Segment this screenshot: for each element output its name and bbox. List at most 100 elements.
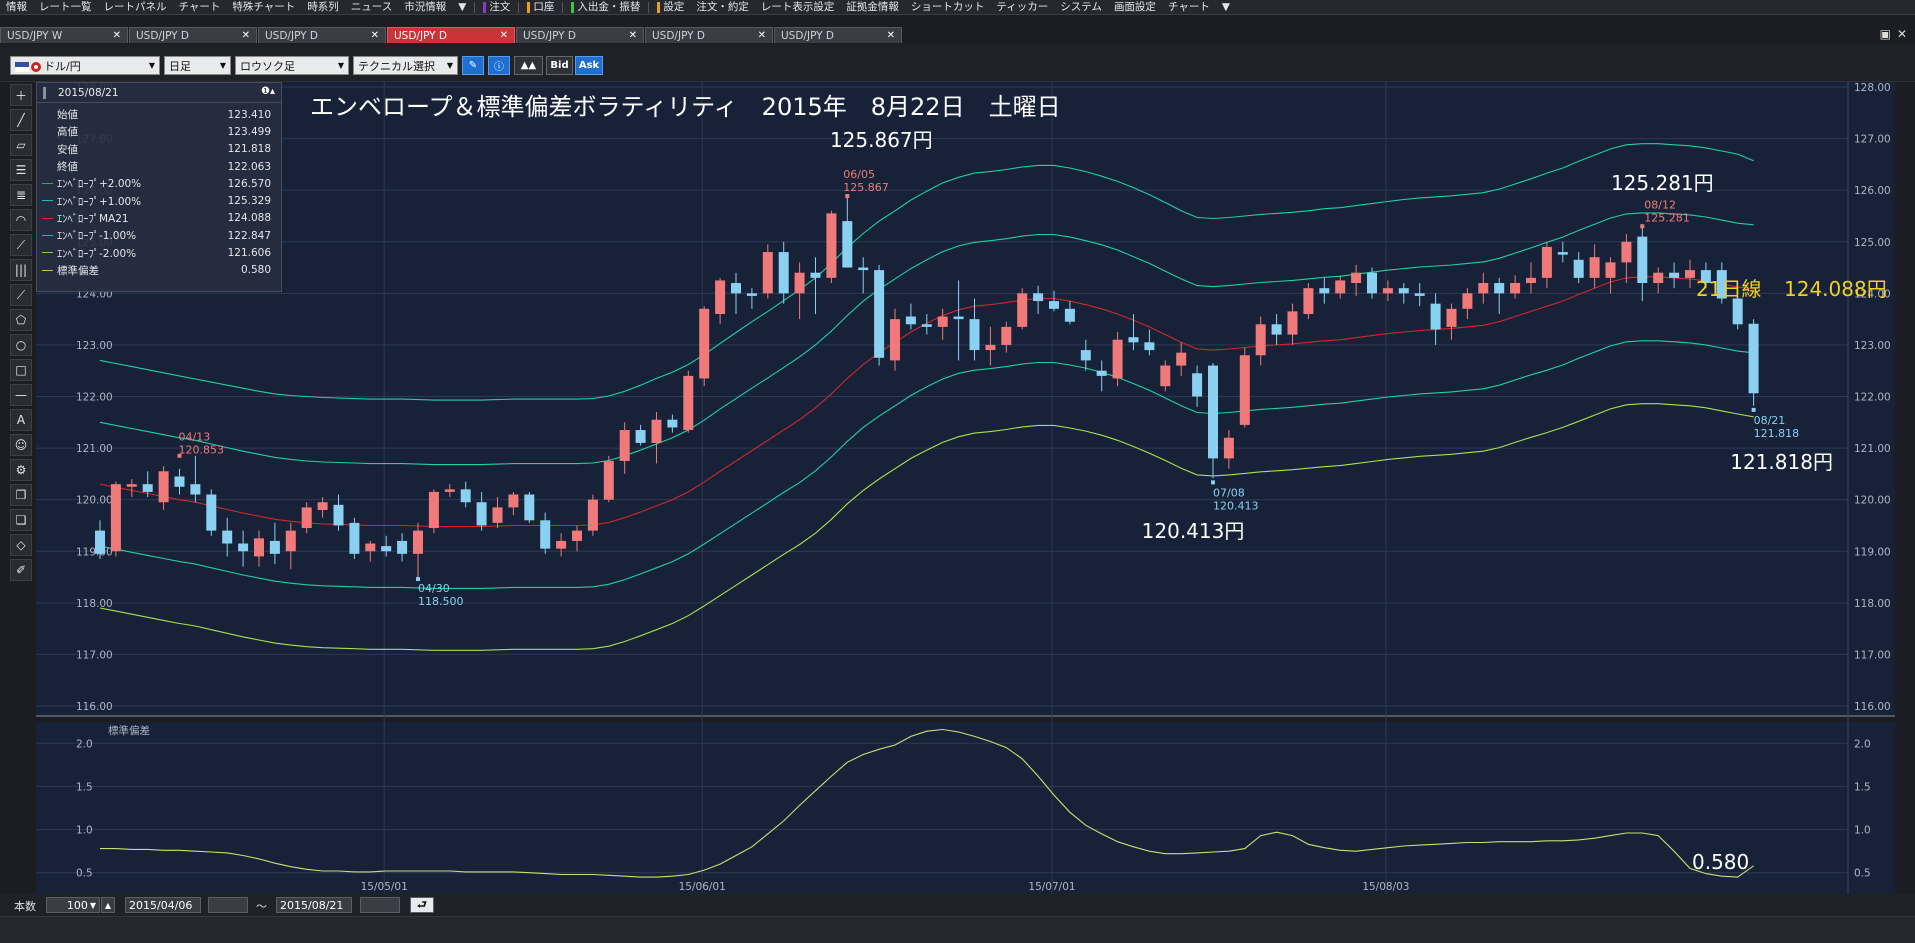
candle-body: [699, 308, 710, 379]
menu-item-9[interactable]: 注文: [477, 0, 516, 14]
menu-item-1[interactable]: レート一覧: [33, 0, 98, 14]
settings-tool[interactable]: ⚙: [10, 459, 32, 481]
menu-item-4[interactable]: 特殊チャート: [226, 0, 301, 14]
trendline-tool[interactable]: ╱: [10, 109, 32, 131]
candle-body: [285, 530, 296, 552]
info-button[interactable]: ⓘ: [488, 56, 510, 75]
restore-window-icon[interactable]: ▣: [1880, 27, 1891, 41]
menu-item-17[interactable]: ティッカー: [990, 0, 1054, 14]
menu-item-5[interactable]: 時系列: [301, 0, 345, 14]
copy-icon: ❐: [15, 488, 27, 502]
price-tick-label: 119.00: [1854, 546, 1891, 558]
menu-item-10[interactable]: 口座: [521, 0, 560, 14]
menu-item-15[interactable]: 証拠金情報: [840, 0, 905, 14]
close-tab-icon[interactable]: ✕: [758, 30, 766, 41]
crosshair-tool[interactable]: ＋: [10, 84, 32, 106]
close-tab-icon[interactable]: ✕: [629, 30, 637, 41]
icon-tool[interactable]: ☺: [10, 434, 32, 456]
high-price-callout: 125.281円: [1611, 171, 1714, 195]
to-time-input[interactable]: [360, 897, 400, 913]
copy-tool[interactable]: ❐: [10, 484, 32, 506]
candle-body: [428, 491, 439, 529]
fan-tool[interactable]: ⟋: [10, 234, 32, 256]
period-select[interactable]: 日足 ▼: [164, 56, 231, 75]
pen-tool-button[interactable]: ✎: [462, 56, 484, 75]
to-date-input[interactable]: 2015/08/21: [276, 897, 352, 913]
menu-item-20[interactable]: チャート: [1162, 0, 1216, 14]
from-time-input[interactable]: [208, 897, 248, 913]
fib-tool[interactable]: ≣: [10, 184, 32, 206]
low-price-callout: 121.818円: [1730, 450, 1833, 474]
hline-tool[interactable]: ☰: [10, 159, 32, 181]
polygon-tool[interactable]: ⬠: [10, 309, 32, 331]
close-tab-icon[interactable]: ✕: [113, 30, 121, 41]
menu-item-19[interactable]: 画面設定: [1108, 0, 1162, 14]
candle-body: [158, 471, 169, 503]
menu-item-7[interactable]: 市況情報: [398, 0, 452, 14]
gann-tool[interactable]: ⟋: [10, 284, 32, 306]
drag-handle-icon[interactable]: [43, 87, 46, 99]
arc-tool[interactable]: ◠: [10, 209, 32, 231]
menu-item-12[interactable]: 設定: [651, 0, 690, 14]
tab-chart-5[interactable]: USD/JPY D ✕: [645, 27, 773, 43]
chart-style-select[interactable]: ロウソク足 ▼: [235, 56, 349, 75]
circle-tool[interactable]: ○: [10, 334, 32, 356]
count-up-button[interactable]: ▲: [101, 897, 115, 913]
chart-area[interactable]: 15/05/01 15/06/01 15/07/01 15/08/03 128.00 12…: [36, 82, 1895, 894]
jump-latest-button[interactable]: ⮐: [410, 897, 434, 913]
tab-chart-1[interactable]: USD/JPY D ✕: [129, 27, 257, 43]
chart-type-button[interactable]: ▲▲: [514, 56, 543, 75]
tab-chart-4[interactable]: USD/JPY D ✕: [516, 27, 644, 43]
data-window-header[interactable]: 2015/08/21 ❶▴: [37, 83, 281, 103]
from-date-input[interactable]: 2015/04/06: [125, 897, 201, 913]
candle-body: [1430, 303, 1441, 330]
trendline-icon: ╱: [17, 113, 25, 127]
tab-label: USD/JPY D: [781, 29, 835, 42]
line-tool[interactable]: —: [10, 384, 32, 406]
menu-item-11[interactable]: 入出金・振替: [565, 0, 646, 14]
delete-all-tool[interactable]: ✐: [10, 559, 32, 581]
menu-separator: [474, 1, 476, 13]
candle-body: [1637, 236, 1648, 284]
price-tick-label: 128.00: [1854, 82, 1891, 94]
menu-item-13[interactable]: 注文・約定: [690, 0, 755, 14]
candle-body: [1748, 323, 1759, 394]
chevron-down-icon[interactable]: ▼: [90, 901, 96, 910]
tab-chart-2[interactable]: USD/JPY D ✕: [258, 27, 386, 43]
candlestick-chart[interactable]: 15/05/01 15/06/01 15/07/01 15/08/03 128.00 12…: [36, 82, 1895, 894]
text-tool[interactable]: A: [10, 409, 32, 431]
menu-item-0[interactable]: 情報: [0, 0, 33, 14]
count-input[interactable]: 100 ▼: [46, 897, 100, 913]
paste-tool[interactable]: ❏: [10, 509, 32, 531]
x-tick-label: 15/05/01: [361, 881, 408, 893]
menu-item-3[interactable]: チャート: [173, 0, 227, 14]
close-tab-icon[interactable]: ✕: [242, 30, 250, 41]
menu-item-label: ▼: [458, 0, 467, 13]
currency-pair-select[interactable]: ドル/円 ▼: [10, 56, 160, 75]
menu-item-8[interactable]: ▼: [452, 0, 472, 14]
menu-item-2[interactable]: レートパネル: [98, 0, 173, 14]
vline-tool[interactable]: |||: [10, 259, 32, 281]
close-window-icon[interactable]: ✕: [1897, 27, 1907, 41]
menu-item-16[interactable]: ショートカット: [905, 0, 991, 14]
ruler-tool[interactable]: ▱: [10, 134, 32, 156]
info-icon[interactable]: ❶: [261, 86, 270, 97]
menu-item-14[interactable]: レート表示設定: [755, 0, 841, 14]
menu-item-18[interactable]: システム: [1054, 0, 1108, 14]
menu-item-6[interactable]: ニュース: [345, 0, 398, 14]
tab-chart-0[interactable]: USD/JPY W ✕: [0, 27, 128, 43]
technical-select[interactable]: テクニカル選択 ▼: [353, 56, 458, 75]
collapse-icon[interactable]: ▴: [270, 86, 275, 97]
tab-chart-6[interactable]: USD/JPY D ✕: [774, 27, 902, 43]
menu-item-21[interactable]: ▼: [1216, 0, 1236, 14]
tab-chart-3[interactable]: USD/JPY D ✕: [387, 27, 515, 43]
close-tab-icon[interactable]: ✕: [887, 30, 895, 41]
ask-button[interactable]: Ask: [575, 56, 603, 75]
candle-body: [1208, 365, 1218, 459]
high-value-label: 125.867: [843, 181, 889, 194]
eraser-tool[interactable]: ◇: [10, 534, 32, 556]
bid-button[interactable]: Bid: [546, 56, 573, 75]
rect-tool[interactable]: □: [10, 359, 32, 381]
close-tab-icon[interactable]: ✕: [500, 30, 508, 41]
close-tab-icon[interactable]: ✕: [371, 30, 379, 41]
